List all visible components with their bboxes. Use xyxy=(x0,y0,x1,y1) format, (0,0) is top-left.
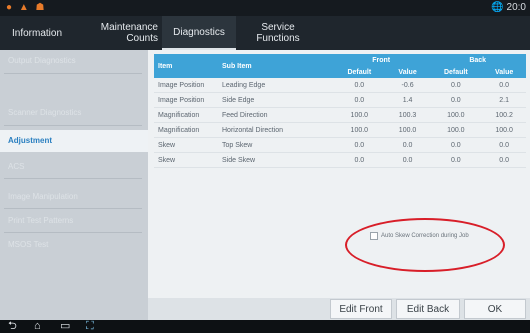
cell-back-value: 2.1 xyxy=(482,92,526,108)
cell-sub-item: Top Skew xyxy=(218,137,333,153)
table-row[interactable]: Image Position Side Edge 0.0 1.4 0.0 2.1 xyxy=(154,92,526,108)
recent-apps-icon[interactable]: ▭ xyxy=(60,320,70,333)
top-tabs: Information Maintenance Counts Diagnosti… xyxy=(0,16,530,50)
navigation-bar: ⮌ ⌂ ▭ ⛶ xyxy=(0,320,530,333)
cell-sub-item: Horizontal Direction xyxy=(218,122,333,138)
cell-front-default: 0.0 xyxy=(332,92,386,108)
cell-item: Image Position xyxy=(154,92,218,108)
divider xyxy=(4,125,142,126)
header-front: Front xyxy=(332,54,430,66)
button-bar: Edit Front Edit Back OK xyxy=(148,298,530,320)
sidebar-item-msos-test[interactable]: MSOS Test xyxy=(0,234,148,256)
cell-item: Image Position xyxy=(154,78,218,93)
cell-item: Skew xyxy=(154,152,218,168)
cell-sub-item: Side Edge xyxy=(218,92,333,108)
cell-back-default: 0.0 xyxy=(429,92,483,108)
cell-front-default: 0.0 xyxy=(332,137,386,153)
cell-front-value: 100.3 xyxy=(385,107,430,123)
header-sub-item: Sub Item xyxy=(218,54,333,78)
cell-back-default: 0.0 xyxy=(429,78,483,93)
cell-sub-item: Feed Direction xyxy=(218,107,333,123)
cell-front-value: -0.6 xyxy=(385,78,430,93)
sidebar-item-print-test-patterns[interactable]: Print Test Patterns xyxy=(0,210,148,232)
screenshot-icon[interactable]: ⛶ xyxy=(86,320,94,333)
tab-service-functions[interactable]: Service Functions xyxy=(236,16,320,50)
annotation-circle xyxy=(345,218,505,272)
cell-front-value: 0.0 xyxy=(385,137,430,153)
table-row[interactable]: Image Position Leading Edge 0.0 -0.6 0.0… xyxy=(154,78,526,93)
cell-back-value: 0.0 xyxy=(482,152,526,168)
notification-icons: ● ▲ ☗ xyxy=(6,2,47,13)
divider xyxy=(4,232,142,233)
header-back: Back xyxy=(429,54,526,66)
cell-back-default: 0.0 xyxy=(429,152,483,168)
divider xyxy=(4,178,142,179)
tab-information[interactable]: Information xyxy=(0,16,74,50)
status-bar: ● ▲ ☗ 🌐 20:0 xyxy=(0,0,530,16)
header-back-default: Default xyxy=(429,66,483,78)
cell-front-value: 1.4 xyxy=(385,92,430,108)
edit-front-button[interactable]: Edit Front xyxy=(330,299,392,319)
cell-front-default: 100.0 xyxy=(332,107,386,123)
main-panel: Item Sub Item Front Back Default Value D… xyxy=(148,50,530,320)
cell-back-value: 100.2 xyxy=(482,107,526,123)
cell-front-default: 0.0 xyxy=(332,78,386,93)
edit-back-button[interactable]: Edit Back xyxy=(396,299,460,319)
cell-back-value: 100.0 xyxy=(482,122,526,138)
cell-front-default: 100.0 xyxy=(332,122,386,138)
tab-diagnostics[interactable]: Diagnostics xyxy=(162,16,236,50)
table-row[interactable]: Magnification Feed Direction 100.0 100.3… xyxy=(154,107,526,123)
clock: 🌐 20:0 xyxy=(491,2,526,13)
cell-item: Skew xyxy=(154,137,218,153)
tab-maintenance-counts[interactable]: Maintenance Counts xyxy=(74,16,162,50)
back-icon[interactable]: ⮌ xyxy=(8,320,17,333)
sidebar-item-acs[interactable]: ACS xyxy=(0,156,148,178)
adjustment-table: Item Sub Item Front Back Default Value D… xyxy=(154,54,526,168)
sidebar-item-output-diagnostics[interactable]: Output Diagnostics xyxy=(0,50,148,72)
cell-item: Magnification xyxy=(154,107,218,123)
ok-button[interactable]: OK xyxy=(464,299,526,319)
sidebar-item-scanner-diagnostics[interactable]: Scanner Diagnostics xyxy=(0,102,148,124)
cell-sub-item: Side Skew xyxy=(218,152,333,168)
table-row[interactable]: Skew Top Skew 0.0 0.0 0.0 0.0 xyxy=(154,137,526,153)
sidebar-item-image-manipulation[interactable]: Image Manipulation xyxy=(0,186,148,208)
table-row[interactable]: Skew Side Skew 0.0 0.0 0.0 0.0 xyxy=(154,152,526,168)
table-row[interactable]: Magnification Horizontal Direction 100.0… xyxy=(154,122,526,138)
cell-front-value: 0.0 xyxy=(385,152,430,168)
cell-back-default: 100.0 xyxy=(429,107,483,123)
cell-front-default: 0.0 xyxy=(332,152,386,168)
header-item: Item xyxy=(154,54,218,78)
header-back-value: Value xyxy=(482,66,526,78)
cell-item: Magnification xyxy=(154,122,218,138)
cell-sub-item: Leading Edge xyxy=(218,78,333,93)
cell-back-value: 0.0 xyxy=(482,137,526,153)
cell-back-value: 0.0 xyxy=(482,78,526,93)
sidebar: Output Diagnostics Scanner Diagnostics A… xyxy=(0,50,148,320)
header-front-value: Value xyxy=(385,66,430,78)
divider xyxy=(4,208,142,209)
divider xyxy=(4,73,142,74)
cell-back-default: 0.0 xyxy=(429,137,483,153)
header-front-default: Default xyxy=(332,66,386,78)
cell-front-value: 100.0 xyxy=(385,122,430,138)
cell-back-default: 100.0 xyxy=(429,122,483,138)
sidebar-item-adjustment[interactable]: Adjustment xyxy=(0,130,148,152)
home-icon[interactable]: ⌂ xyxy=(34,320,41,333)
